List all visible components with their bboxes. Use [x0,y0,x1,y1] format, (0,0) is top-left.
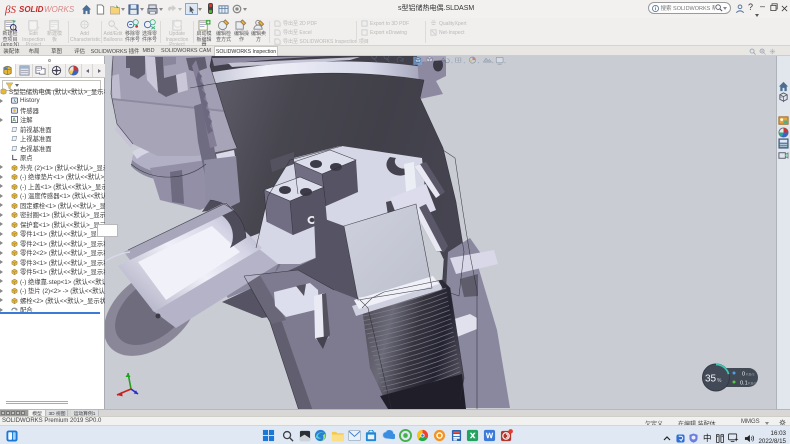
svg-text:%: % [717,378,722,384]
svg-text:A: A [12,118,16,123]
svg-text:35: 35 [705,374,717,385]
svg-text:KB/s: KB/s [748,381,756,386]
svg-text:SOLID: SOLID [19,5,44,14]
svg-text:KB/s: KB/s [746,372,754,377]
svg-text:WORKS: WORKS [44,5,75,14]
svg-text:0.1: 0.1 [740,381,748,387]
svg-text:βS: βS [4,4,16,16]
svg-text:0: 0 [742,372,745,378]
